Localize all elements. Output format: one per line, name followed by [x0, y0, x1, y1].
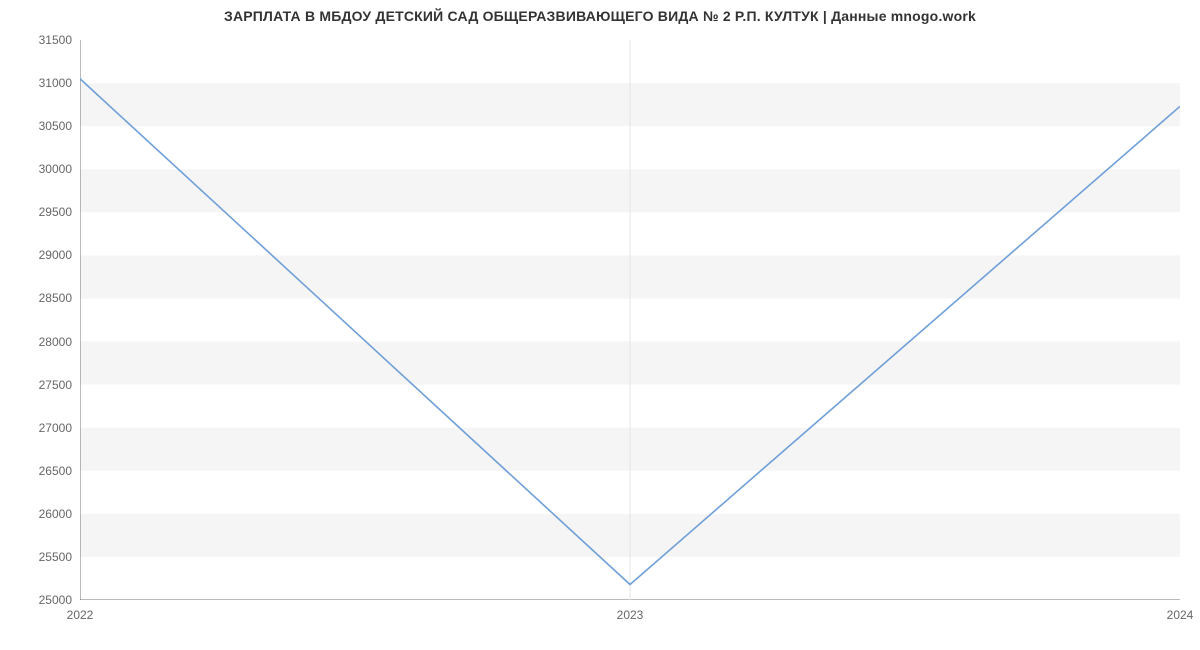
y-tick-label: 30000 [12, 162, 72, 176]
chart-title: ЗАРПЛАТА В МБДОУ ДЕТСКИЙ САД ОБЩЕРАЗВИВА… [0, 8, 1200, 24]
y-tick-label: 30500 [12, 119, 72, 133]
y-tick-label: 28500 [12, 291, 72, 305]
y-tick-label: 25000 [12, 593, 72, 607]
y-tick-label: 31000 [12, 76, 72, 90]
y-tick-label: 27500 [12, 378, 72, 392]
y-tick-label: 31500 [12, 33, 72, 47]
y-tick-label: 28000 [12, 335, 72, 349]
y-tick-label: 26000 [12, 507, 72, 521]
y-tick-label: 29000 [12, 248, 72, 262]
x-tick-label: 2023 [617, 608, 644, 622]
y-tick-label: 25500 [12, 550, 72, 564]
plot-area [80, 40, 1180, 600]
y-tick-label: 29500 [12, 205, 72, 219]
chart-container: ЗАРПЛАТА В МБДОУ ДЕТСКИЙ САД ОБЩЕРАЗВИВА… [0, 0, 1200, 650]
x-tick-label: 2024 [1167, 608, 1194, 622]
y-tick-label: 26500 [12, 464, 72, 478]
chart-svg [80, 40, 1180, 600]
y-tick-label: 27000 [12, 421, 72, 435]
x-tick-label: 2022 [67, 608, 94, 622]
